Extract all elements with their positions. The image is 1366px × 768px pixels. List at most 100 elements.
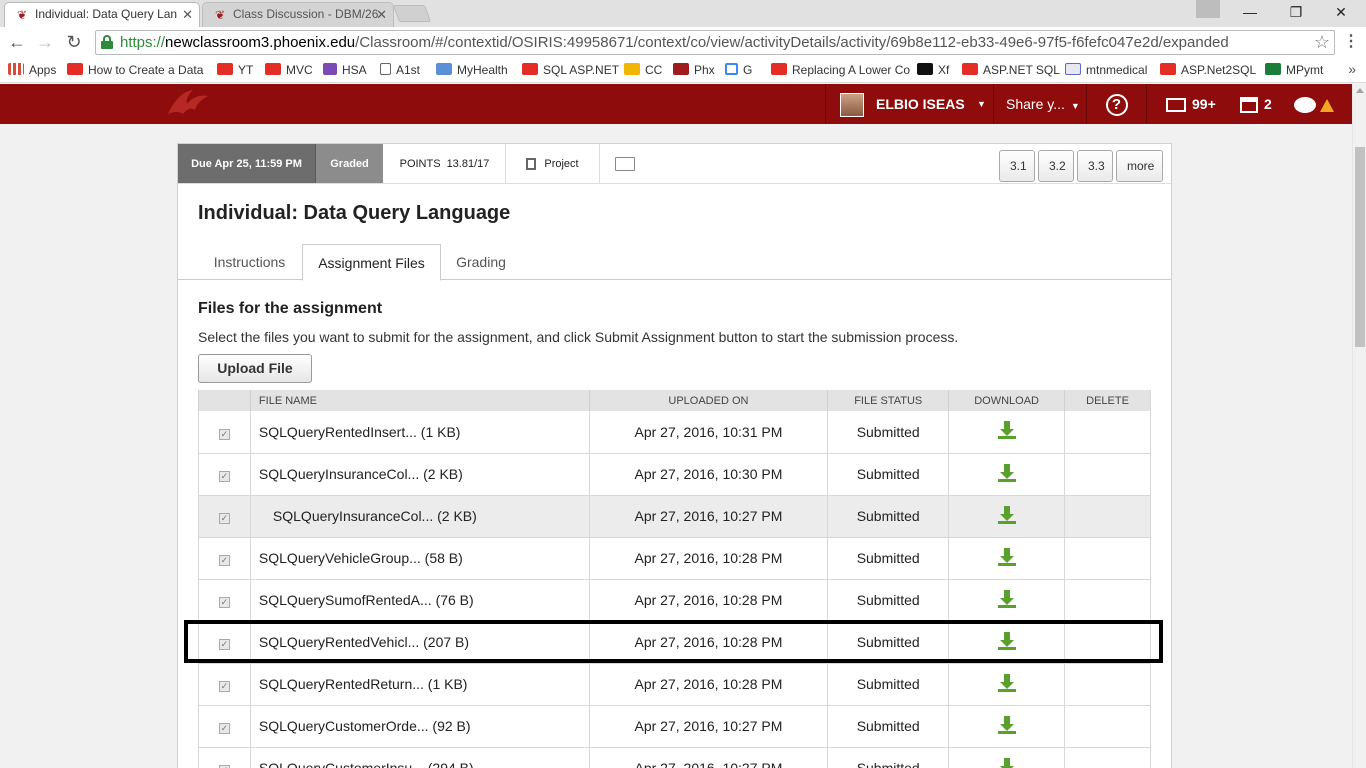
points-value: 13.81/17 <box>446 158 490 170</box>
tab-assignment-files[interactable]: Assignment Files <box>302 244 441 281</box>
more-button[interactable]: more <box>1116 150 1163 182</box>
download-icon[interactable] <box>997 631 1016 650</box>
select-cell: ✓ <box>198 579 251 622</box>
file-name[interactable]: SQLQueryInsuranceCol... (2 KB) <box>249 495 590 538</box>
week-3-3-button[interactable]: 3.3 <box>1077 150 1113 182</box>
file-name[interactable]: SQLQueryCustomerOrde... (92 B) <box>249 705 590 748</box>
messages-button[interactable]: 99+ <box>1166 84 1236 124</box>
m-bookmark-icon <box>1065 63 1081 75</box>
user-name: ELBIO ISEAS <box>876 96 965 112</box>
bookmark-item[interactable]: mtnmedical <box>1065 62 1147 78</box>
download-icon[interactable] <box>997 547 1016 566</box>
bookmark-item[interactable]: How to Create a Data <box>67 62 203 78</box>
phoenix-logo[interactable] <box>163 84 213 124</box>
bookmark-label: A1st <box>396 63 421 77</box>
row-checkbox[interactable]: ✓ <box>218 639 230 650</box>
row-checkbox[interactable]: ✓ <box>218 555 230 566</box>
chat-button[interactable] <box>1294 84 1344 124</box>
board-icon <box>1240 97 1258 114</box>
comment-icon[interactable] <box>615 157 635 171</box>
row-checkbox[interactable]: ✓ <box>218 597 230 608</box>
doc-bookmark-icon <box>380 63 391 75</box>
tab-instructions[interactable]: Instructions <box>198 244 301 280</box>
week-3-1-button[interactable]: 3.1 <box>999 150 1035 182</box>
bookmark-item[interactable]: A1st <box>380 62 420 78</box>
scrollbar-thumb[interactable] <box>1355 147 1365 347</box>
column-header[interactable]: UPLOADED ON <box>588 390 828 411</box>
download-icon[interactable] <box>997 421 1016 440</box>
bookmark-item[interactable]: ASP.NET SQL <box>962 62 1060 78</box>
file-name[interactable]: SQLQueryVehicleGroup... (58 B) <box>249 537 590 580</box>
user-menu[interactable]: ELBIO ISEAS ▼ <box>825 84 993 124</box>
column-header[interactable]: FILE STATUS <box>827 390 949 411</box>
reload-icon[interactable]: ↻ <box>62 30 86 54</box>
close-tab-icon[interactable]: ✕ <box>376 3 387 26</box>
bookmark-item[interactable]: MPymt <box>1265 62 1323 78</box>
file-name[interactable]: SQLQueryRentedInsert... (1 KB) <box>249 411 590 454</box>
share-menu[interactable]: Share y... ▼ <box>993 84 1086 124</box>
scroll-up-icon[interactable] <box>1356 88 1364 93</box>
bookmark-item[interactable]: Replacing A Lower Co <box>771 62 910 78</box>
bookmark-item[interactable]: Phx <box>673 62 715 78</box>
download-icon[interactable] <box>997 589 1016 608</box>
bookmark-item[interactable]: SQL ASP.NET <box>522 62 619 78</box>
profile-icon[interactable] <box>1196 0 1220 18</box>
file-name[interactable]: SQLQueryInsuranceCol... (2 KB) <box>249 453 590 496</box>
bookmark-star-icon[interactable]: ☆ <box>1314 32 1330 53</box>
download-icon[interactable] <box>997 505 1016 524</box>
bookmark-item[interactable]: YT <box>217 62 253 78</box>
download-icon[interactable] <box>997 673 1016 692</box>
minimize-button[interactable]: — <box>1227 0 1273 26</box>
bookmark-item[interactable]: Xf <box>917 62 949 78</box>
week-3-2-button[interactable]: 3.2 <box>1038 150 1074 182</box>
tab-grading[interactable]: Grading <box>441 244 521 280</box>
restore-button[interactable]: ❐ <box>1273 0 1319 26</box>
board-count: 2 <box>1264 96 1272 112</box>
content-tabs: Instructions Assignment Files Grading <box>178 244 1171 281</box>
bookmark-item[interactable]: G <box>725 62 752 78</box>
close-tab-icon[interactable]: ✕ <box>182 3 193 26</box>
file-name[interactable]: SQLQuerySumofRentedA... (76 B) <box>249 579 590 622</box>
browser-menu-icon[interactable]: ⋮ <box>1343 31 1359 51</box>
new-tab-button[interactable] <box>392 5 432 22</box>
select-cell: ✓ <box>198 495 251 538</box>
bookmark-label: ASP.NET SQL <box>983 63 1060 77</box>
file-status: Submitted <box>827 537 949 580</box>
download-icon[interactable] <box>998 757 1016 768</box>
grid-bookmark-icon <box>8 63 24 75</box>
bookmark-item[interactable]: MyHealth <box>436 62 508 78</box>
activity-type: Project <box>506 144 600 183</box>
bookmark-label: YT <box>238 63 254 77</box>
help-button[interactable]: ? <box>1086 84 1147 124</box>
uploaded-on: Apr 27, 2016, 10:27 PM <box>588 747 828 768</box>
browser-tab[interactable]: ❦ Class Discussion - DBM/26 ✕ <box>202 2 394 27</box>
select-cell: ✓ <box>198 411 251 454</box>
board-button[interactable]: 2 <box>1240 84 1285 124</box>
bookmark-item[interactable]: MVC <box>265 62 313 78</box>
bookmark-item[interactable]: CC <box>624 62 662 78</box>
url-text[interactable]: https://newclassroom3.phoenix.edu/Classr… <box>120 34 1310 51</box>
back-icon[interactable]: ← <box>5 30 29 54</box>
file-name[interactable]: SQLQueryRentedReturn... (1 KB) <box>249 663 590 706</box>
forward-icon[interactable]: → <box>33 30 57 54</box>
chat-bubble-icon <box>1294 97 1316 114</box>
upload-file-button[interactable]: Upload File <box>198 354 312 383</box>
row-checkbox[interactable]: ✓ <box>218 723 230 734</box>
bookmark-item[interactable]: Apps <box>8 62 56 78</box>
download-icon[interactable] <box>997 463 1016 482</box>
browser-tab-active[interactable]: ❦ Individual: Data Query Lan ✕ <box>4 2 200 27</box>
row-checkbox[interactable]: ✓ <box>218 471 230 482</box>
page-scrollbar[interactable] <box>1352 84 1366 768</box>
column-header[interactable]: FILE NAME <box>249 390 590 411</box>
file-name[interactable]: SQLQueryRentedVehicl... (207 B) <box>249 621 590 664</box>
file-name[interactable]: SQLQueryCustomerInsu... (294 B) <box>249 747 590 768</box>
row-checkbox[interactable]: ✓ <box>218 513 230 524</box>
download-icon[interactable] <box>997 715 1016 734</box>
row-checkbox[interactable]: ✓ <box>218 681 230 692</box>
more-bookmarks-icon[interactable]: » <box>1348 61 1356 77</box>
row-checkbox[interactable]: ✓ <box>218 428 230 440</box>
address-bar[interactable]: https://newclassroom3.phoenix.edu/Classr… <box>95 30 1335 55</box>
bookmark-item[interactable]: ASP.Net2SQL <box>1160 62 1256 78</box>
bookmark-item[interactable]: HSA <box>323 62 367 78</box>
close-window-button[interactable]: ✕ <box>1318 0 1364 26</box>
